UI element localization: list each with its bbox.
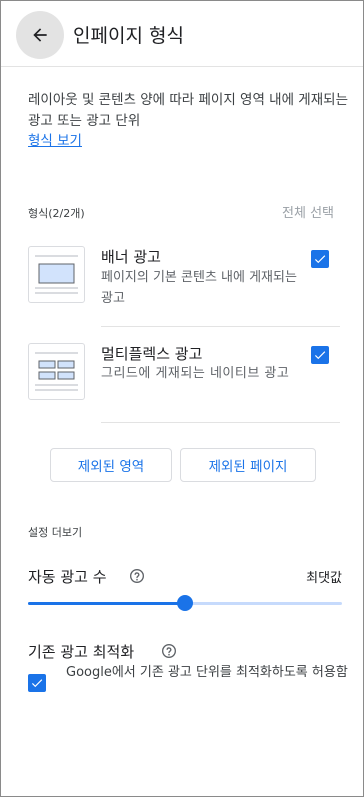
multiplex-ad-thumbnail-icon (28, 343, 85, 400)
optimize-existing-ads-label: 기존 광고 최적화 (28, 643, 135, 661)
item-divider (101, 422, 340, 423)
check-icon (314, 255, 326, 264)
banner-ad-thumbnail-icon (28, 246, 85, 303)
optimize-ads-description: Google에서 기존 광고 단위를 최적화하도록 허용함 (66, 665, 348, 680)
auto-ads-slider-fill (28, 602, 185, 605)
auto-ads-slider-thumb[interactable] (177, 595, 193, 611)
multiplex-ad-title: 멀티플렉스 광고 (101, 345, 203, 363)
item-divider (101, 326, 340, 327)
in-page-formats-panel: 인페이지 형식 레이아웃 및 콘텐츠 양에 따라 페이지 영역 내에 게재되는 … (0, 0, 364, 797)
multiplex-ad-description: 그리드에 게재되는 네이티브 광고 (101, 366, 290, 381)
arrow-back-icon (33, 28, 47, 42)
banner-ad-title: 배너 광고 (101, 248, 161, 266)
intro-description: 레이아웃 및 콘텐츠 양에 따라 페이지 영역 내에 게재되는 광고 또는 광고… (28, 92, 348, 129)
excluded-pages-button[interactable]: 제외된 페이지 (180, 448, 316, 482)
help-circle-icon[interactable] (161, 643, 177, 659)
view-formats-link[interactable]: 형식 보기 (28, 129, 82, 149)
select-all-button[interactable]: 전체 선택 (282, 202, 334, 221)
check-icon (31, 679, 43, 688)
banner-ad-description: 페이지의 기본 콘텐츠 내에 게재되는 광고 (101, 270, 297, 306)
page-title: 인페이지 형식 (73, 25, 184, 47)
optimize-ads-checkbox[interactable] (28, 674, 46, 692)
banner-ad-checkbox[interactable] (311, 250, 329, 268)
more-settings-label: 설정 더보기 (28, 526, 83, 539)
back-button[interactable] (16, 11, 64, 59)
format-count-label: 형식(2/2개) (28, 207, 85, 220)
auto-ads-count-label: 자동 광고 수 (28, 568, 107, 586)
check-icon (314, 351, 326, 360)
max-value-label: 최댓값 (306, 571, 342, 586)
header-divider (1, 66, 363, 67)
panel-header: 인페이지 형식 (1, 1, 363, 65)
excluded-areas-button[interactable]: 제외된 영역 (50, 448, 172, 482)
help-circle-icon[interactable] (129, 568, 145, 584)
multiplex-ad-checkbox[interactable] (311, 346, 329, 364)
